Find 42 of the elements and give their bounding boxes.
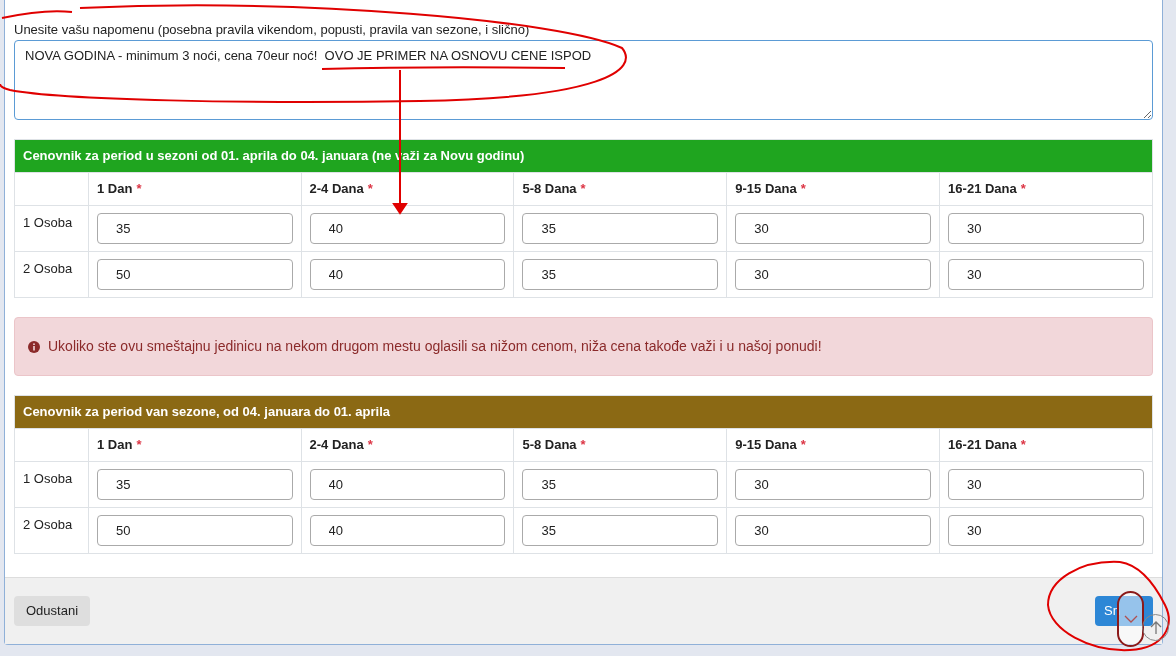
price-input[interactable]: 30 xyxy=(948,515,1144,546)
price-input[interactable]: 50 xyxy=(97,259,293,290)
price-input[interactable]: 30 xyxy=(735,515,932,546)
chevron-down-icon xyxy=(1123,614,1138,624)
column-header: 1 Dan * xyxy=(88,428,302,462)
row-label: 1 Osoba xyxy=(14,205,89,252)
column-header: 5-8 Dana * xyxy=(513,172,727,206)
price-input[interactable]: 30 xyxy=(948,259,1144,290)
column-header: 5-8 Dana * xyxy=(513,428,727,462)
price-input[interactable]: 35 xyxy=(522,469,719,500)
notice-text: Ukoliko ste ovu smeštajnu jedinicu na nekom drugom mestu oglasili sa nižom cenom, niža cena takođe važi i u našoj ponudi! xyxy=(48,337,822,356)
row-label: 1 Osoba xyxy=(14,461,89,508)
price-input[interactable]: 30 xyxy=(735,213,932,244)
arrow-up-icon xyxy=(1149,620,1162,635)
price-input[interactable]: 30 xyxy=(948,213,1144,244)
price-input[interactable]: 35 xyxy=(97,469,293,500)
scroll-down-button[interactable] xyxy=(1117,591,1144,647)
column-header: 9-15 Dana * xyxy=(726,428,940,462)
row-label: 2 Osoba xyxy=(14,251,89,298)
price-input[interactable]: 35 xyxy=(97,213,293,244)
cancel-button[interactable]: Odustani xyxy=(14,596,91,626)
note-label: Unesite vašu napomenu (posebna pravila vikendom, popusti, pravila van sezone, i slično) xyxy=(14,21,531,39)
price-input[interactable]: 40 xyxy=(309,515,506,546)
price-input[interactable]: 40 xyxy=(309,469,506,500)
column-header: 9-15 Dana * xyxy=(726,172,940,206)
note-field[interactable]: NOVA GODINA - minimum 3 noći, cena 70eur noć! OVO JE PRIMER NA OSNOVU CENE ISPOD xyxy=(14,40,1153,120)
price-input[interactable]: 35 xyxy=(522,515,719,546)
column-header: 16-21 Dana * xyxy=(939,428,1153,462)
column-header: 1 Dan * xyxy=(88,172,302,206)
column-header: 16-21 Dana * xyxy=(939,172,1153,206)
price-input[interactable]: 50 xyxy=(97,515,293,546)
price-input[interactable]: 40 xyxy=(309,213,506,244)
row-label: 2 Osoba xyxy=(14,507,89,554)
column-header: 2-4 Dana * xyxy=(301,428,514,462)
price-input[interactable]: 35 xyxy=(522,259,719,290)
price-input[interactable]: 30 xyxy=(948,469,1144,500)
info-icon xyxy=(28,340,40,353)
price-input[interactable]: 30 xyxy=(735,469,932,500)
table-title: Cenovnik za period van sezone, od 04. januara do 01. aprila xyxy=(14,395,1153,429)
price-input[interactable]: 35 xyxy=(522,213,719,244)
price-input[interactable]: 40 xyxy=(309,259,506,290)
price-input[interactable]: 30 xyxy=(735,259,932,290)
